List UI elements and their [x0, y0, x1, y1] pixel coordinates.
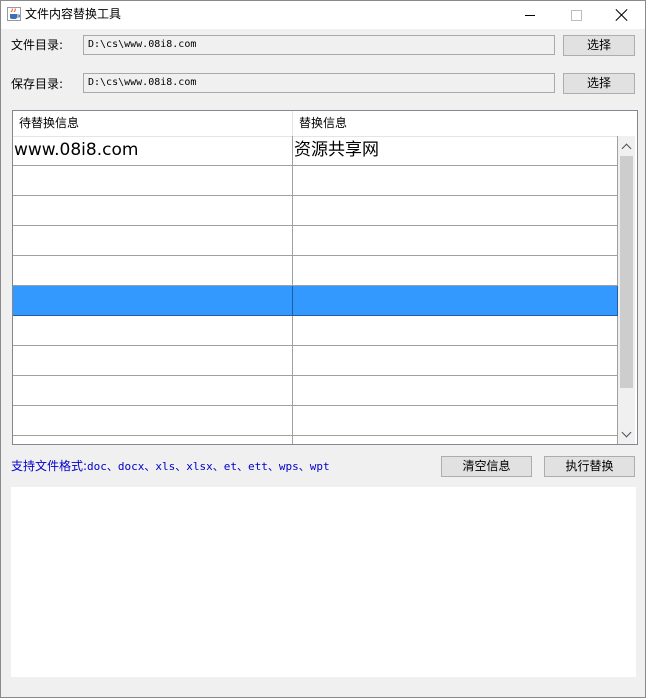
table-row[interactable]	[13, 316, 618, 346]
replace-cell[interactable]	[293, 406, 618, 435]
find-cell[interactable]	[13, 286, 293, 315]
maximize-button[interactable]	[553, 1, 599, 29]
replace-cell[interactable]	[293, 436, 618, 444]
table-row[interactable]	[13, 166, 618, 196]
column-header-find[interactable]: 待替换信息	[13, 111, 293, 136]
source-dir-field[interactable]: D:\cs\www.08i8.com	[83, 35, 555, 55]
table-row[interactable]	[13, 226, 618, 256]
replace-cell[interactable]	[293, 316, 618, 345]
vertical-scrollbar[interactable]	[618, 136, 635, 444]
target-choose-button[interactable]: 选择	[563, 73, 635, 94]
supported-formats-label: 支持文件格式:	[11, 459, 88, 473]
find-cell[interactable]	[13, 256, 293, 285]
source-choose-button[interactable]: 选择	[563, 35, 635, 56]
scroll-down-button[interactable]	[618, 426, 635, 443]
minimize-icon	[525, 14, 535, 16]
title-bar[interactable]: 文件内容替换工具	[1, 1, 645, 29]
find-cell[interactable]	[13, 316, 293, 345]
minimize-button[interactable]	[507, 1, 553, 29]
scroll-up-button[interactable]	[618, 138, 635, 155]
maximize-icon	[570, 9, 582, 21]
replace-cell[interactable]	[293, 286, 618, 315]
replace-cell[interactable]	[293, 226, 618, 255]
replace-cell[interactable]	[293, 196, 618, 225]
table-header: 待替换信息 替换信息	[13, 111, 617, 137]
table-row[interactable]	[13, 376, 618, 406]
supported-formats-list: doc、docx、xls、xlsx、et、ett、wps、wpt	[87, 460, 330, 473]
find-cell[interactable]: www.08i8.com	[13, 136, 293, 165]
supported-formats: 支持文件格式:doc、docx、xls、xlsx、et、ett、wps、wpt	[11, 458, 330, 475]
table-row[interactable]: www.08i8.com 资源共享网	[13, 136, 618, 166]
scroll-thumb[interactable]	[620, 156, 633, 388]
replace-cell[interactable]	[293, 376, 618, 405]
find-cell[interactable]	[13, 436, 293, 444]
replacement-table: 待替换信息 替换信息 www.08i8.com 资源共享网	[12, 110, 638, 445]
find-cell[interactable]	[13, 166, 293, 195]
replace-cell[interactable]: 资源共享网	[293, 136, 618, 165]
java-cup-icon	[7, 7, 21, 21]
table-row[interactable]	[13, 196, 618, 226]
find-cell[interactable]	[13, 346, 293, 375]
table-row[interactable]	[13, 436, 618, 444]
table-row[interactable]	[13, 346, 618, 376]
find-cell[interactable]	[13, 376, 293, 405]
execute-replace-button[interactable]: 执行替换	[544, 456, 635, 477]
clear-info-button[interactable]: 清空信息	[441, 456, 532, 477]
find-cell[interactable]	[13, 196, 293, 225]
close-icon	[616, 9, 628, 21]
replace-cell[interactable]	[293, 166, 618, 195]
table-row[interactable]	[13, 256, 618, 286]
table-row[interactable]	[13, 406, 618, 436]
replace-cell[interactable]	[293, 256, 618, 285]
find-cell[interactable]	[13, 226, 293, 255]
table-body: www.08i8.com 资源共享网	[13, 136, 618, 444]
column-header-replace[interactable]: 替换信息	[293, 111, 617, 136]
log-output-area[interactable]	[11, 487, 636, 677]
chevron-down-icon	[621, 427, 632, 438]
find-cell[interactable]	[13, 406, 293, 435]
source-dir-label: 文件目录:	[11, 38, 64, 52]
app-window: 文件内容替换工具 文件目录: D:\cs\www.08i8.com 选择 保存目…	[0, 0, 646, 698]
close-button[interactable]	[599, 1, 645, 29]
table-row[interactable]	[13, 286, 618, 316]
target-dir-field[interactable]: D:\cs\www.08i8.com	[83, 73, 555, 93]
replace-cell[interactable]	[293, 346, 618, 375]
target-dir-label: 保存目录:	[11, 77, 64, 91]
window-title: 文件内容替换工具	[25, 7, 122, 21]
chevron-up-icon	[621, 143, 632, 154]
